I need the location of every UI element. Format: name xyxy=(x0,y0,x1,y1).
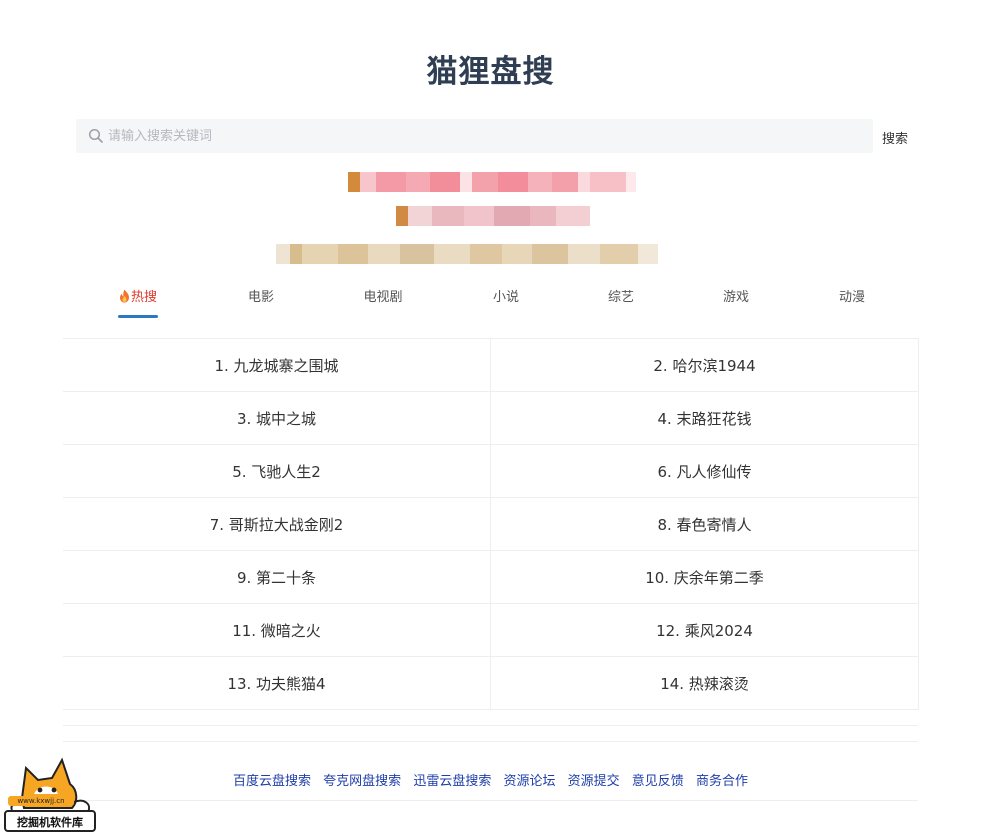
list-item[interactable]: 14. 热辣滚烫 xyxy=(491,657,918,709)
watermark-text: 挖掘机软件库 xyxy=(4,810,96,832)
footer-link-quark[interactable]: 夸克网盘搜索 xyxy=(323,774,401,789)
list-item[interactable]: 12. 乘风2024 xyxy=(491,604,918,656)
footer-link-forum[interactable]: 资源论坛 xyxy=(503,774,555,789)
divider xyxy=(63,741,918,742)
search-icon xyxy=(88,128,103,143)
search-button[interactable]: 搜索 xyxy=(882,128,908,147)
watermark-url: www.kxwjj.cn xyxy=(8,796,74,806)
list-row: 3. 城中之城 4. 末路狂花钱 xyxy=(63,392,918,445)
tab-variety[interactable]: 综艺 xyxy=(608,286,634,305)
banner-ad-2[interactable] xyxy=(396,206,590,226)
list-item[interactable]: 11. 微暗之火 xyxy=(63,604,491,656)
category-tabs: 热搜 电影 电视剧 小说 综艺 游戏 动漫 xyxy=(63,286,919,320)
footer-links: 百度云盘搜索 夸克网盘搜索 迅雷云盘搜索 资源论坛 资源提交 意见反馈 商务合作 xyxy=(0,770,981,789)
list-item[interactable]: 6. 凡人修仙传 xyxy=(491,445,918,497)
list-item[interactable]: 2. 哈尔滨1944 xyxy=(491,339,918,391)
tab-game[interactable]: 游戏 xyxy=(723,286,749,305)
footer-link-baidu[interactable]: 百度云盘搜索 xyxy=(233,774,311,789)
divider xyxy=(63,800,918,801)
footer-link-feedback[interactable]: 意见反馈 xyxy=(632,774,684,789)
list-row: 13. 功夫熊猫4 14. 热辣滚烫 xyxy=(63,657,918,710)
list-item[interactable]: 3. 城中之城 xyxy=(63,392,491,444)
list-item[interactable]: 10. 庆余年第二季 xyxy=(491,551,918,603)
list-item[interactable]: 9. 第二十条 xyxy=(63,551,491,603)
fire-icon xyxy=(119,289,129,303)
list-row: 1. 九龙城寨之围城 2. 哈尔滨1944 xyxy=(63,339,918,392)
list-item[interactable]: 13. 功夫熊猫4 xyxy=(63,657,491,709)
banner-ad-3[interactable] xyxy=(276,244,658,264)
tab-hot-label: 热搜 xyxy=(130,290,158,305)
list-item[interactable]: 4. 末路狂花钱 xyxy=(491,392,918,444)
tab-movie[interactable]: 电影 xyxy=(248,286,274,305)
list-item[interactable]: 5. 飞驰人生2 xyxy=(63,445,491,497)
footer-link-business[interactable]: 商务合作 xyxy=(696,774,748,789)
search-input[interactable] xyxy=(108,119,858,153)
active-tab-indicator xyxy=(118,315,158,318)
list-row: 9. 第二十条 10. 庆余年第二季 xyxy=(63,551,918,604)
list-row: 11. 微暗之火 12. 乘风2024 xyxy=(63,604,918,657)
tab-anime[interactable]: 动漫 xyxy=(839,286,865,305)
tab-novel[interactable]: 小说 xyxy=(493,286,519,305)
list-item[interactable]: 1. 九龙城寨之围城 xyxy=(63,339,491,391)
search-box[interactable] xyxy=(76,119,873,153)
list-item[interactable]: 7. 哥斯拉大战金刚2 xyxy=(63,498,491,550)
tab-hot[interactable]: 热搜 xyxy=(119,286,157,305)
banner-ad-1[interactable] xyxy=(348,172,636,192)
list-item[interactable]: 8. 春色寄情人 xyxy=(491,498,918,550)
watermark-logo: www.kxwjj.cn 挖掘机软件库 xyxy=(0,754,102,834)
list-row: 5. 飞驰人生2 6. 凡人修仙传 xyxy=(63,445,918,498)
divider xyxy=(63,725,918,726)
tab-tv[interactable]: 电视剧 xyxy=(363,286,402,305)
list-row: 7. 哥斯拉大战金刚2 8. 春色寄情人 xyxy=(63,498,918,551)
footer-link-xunlei[interactable]: 迅雷云盘搜索 xyxy=(413,774,491,789)
footer-link-submit[interactable]: 资源提交 xyxy=(568,774,620,789)
site-title: 猫狸盘搜 xyxy=(426,54,555,90)
hot-search-list: 1. 九龙城寨之围城 2. 哈尔滨1944 3. 城中之城 4. 末路狂花钱 5… xyxy=(63,338,919,710)
search-bar: 搜索 xyxy=(76,119,921,153)
